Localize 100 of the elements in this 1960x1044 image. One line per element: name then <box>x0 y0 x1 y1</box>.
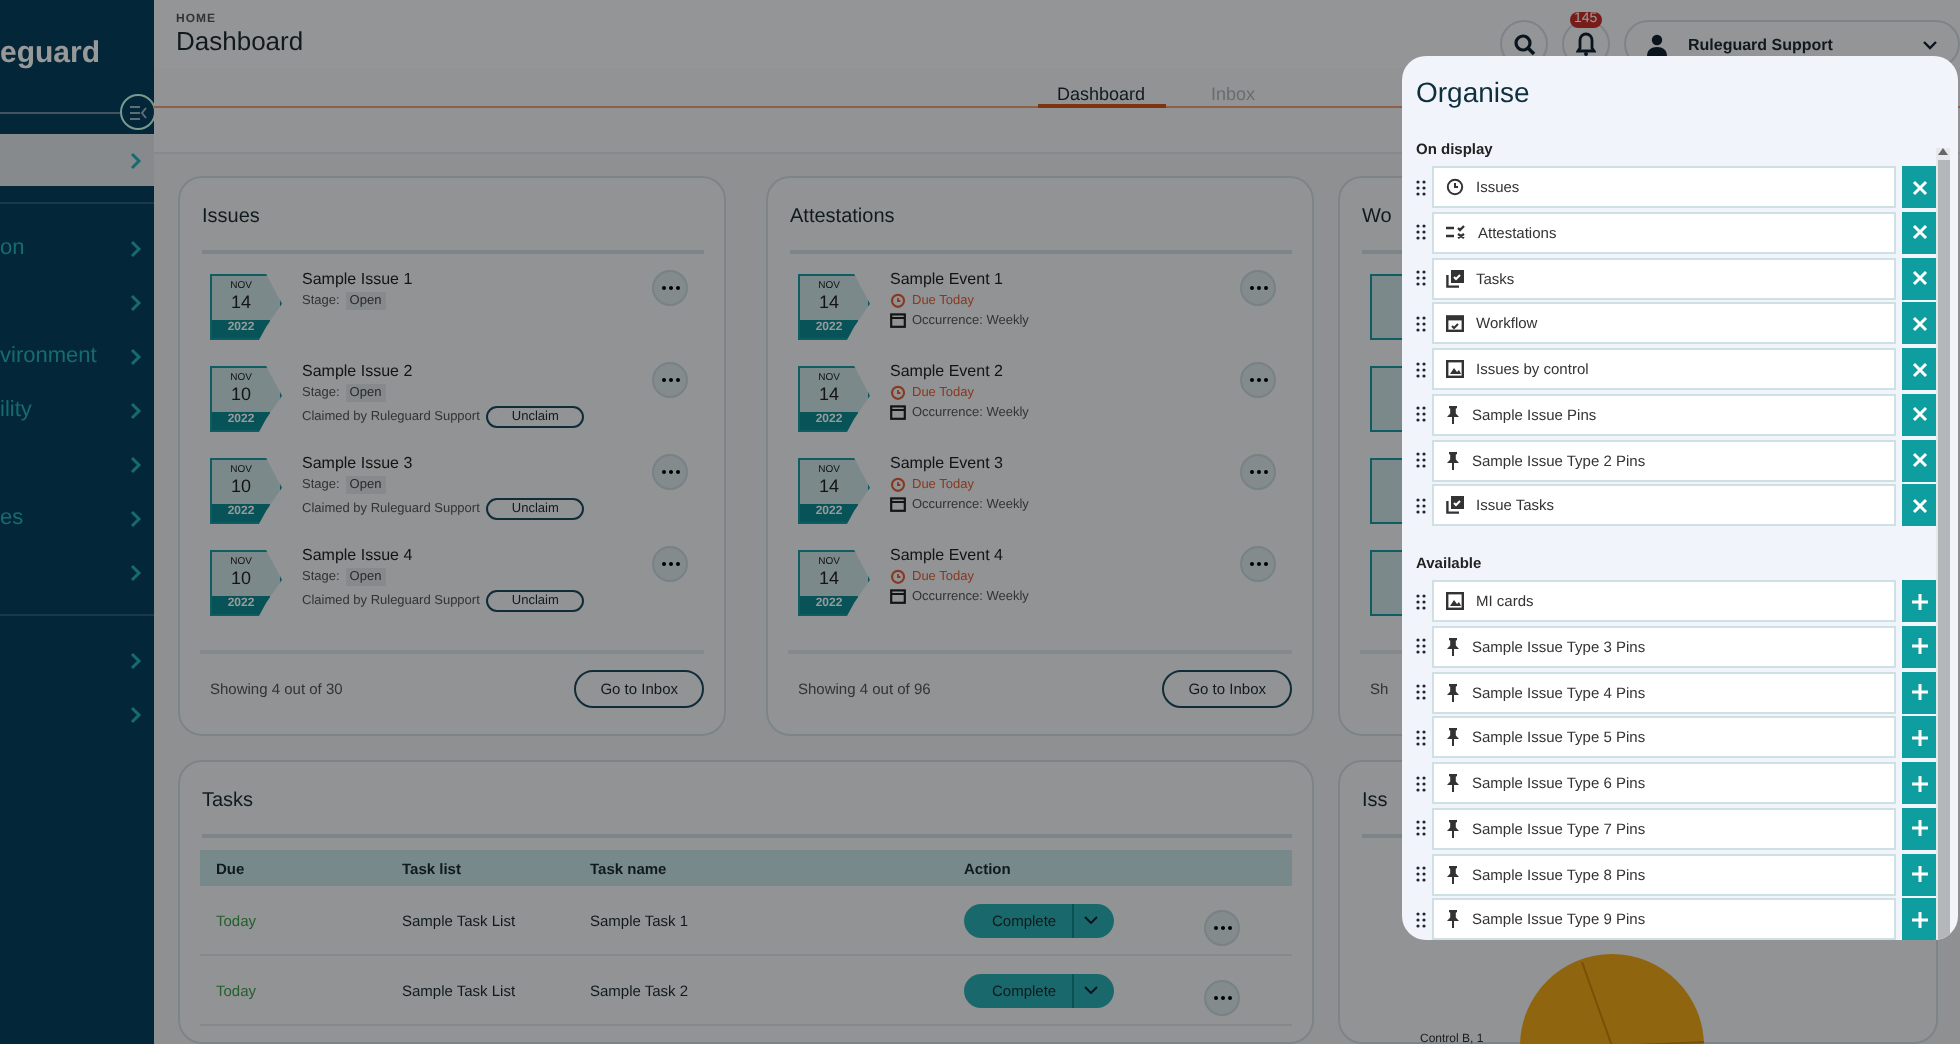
plus-icon <box>1911 866 1927 882</box>
remove-button[interactable] <box>1902 439 1936 481</box>
add-button[interactable] <box>1902 853 1936 895</box>
issue-title[interactable]: Sample Issue 4 <box>302 546 632 564</box>
more-button[interactable] <box>652 546 688 582</box>
image-icon <box>1446 360 1464 378</box>
drag-handle-icon[interactable] <box>1416 452 1426 468</box>
pin-icon <box>1446 910 1460 929</box>
dropdown-button[interactable] <box>1074 973 1115 1007</box>
dropdown-button[interactable] <box>1074 903 1115 937</box>
alarm-clock-icon <box>890 568 906 584</box>
collapse-button[interactable] <box>120 94 156 130</box>
remove-button[interactable] <box>1902 257 1936 299</box>
drag-handle-icon[interactable] <box>1416 593 1426 609</box>
drag-handle-icon[interactable] <box>1416 820 1426 837</box>
drag-handle-icon[interactable] <box>1416 179 1426 195</box>
drag-handle-icon[interactable] <box>1416 911 1426 928</box>
drag-handle-icon[interactable] <box>1416 775 1426 791</box>
drag-handle-icon[interactable] <box>1416 684 1426 700</box>
calendar-icon <box>890 312 906 328</box>
plus-icon <box>1911 638 1927 655</box>
chevron-icon <box>130 563 142 581</box>
chevron-icon <box>130 293 142 311</box>
add-button[interactable] <box>1902 580 1936 622</box>
pin-icon <box>1446 683 1460 701</box>
checklist-icon <box>1446 224 1466 241</box>
drag-handle-icon[interactable] <box>1416 406 1426 423</box>
pin-icon <box>1446 819 1460 838</box>
drag-handle-icon[interactable] <box>1416 361 1426 377</box>
more-button[interactable] <box>652 362 688 398</box>
close-icon <box>1911 452 1927 468</box>
caret-icon <box>1084 916 1099 924</box>
pin-icon <box>1446 865 1460 883</box>
image-icon <box>1446 592 1464 610</box>
close-icon <box>1911 270 1927 286</box>
pin-icon <box>1446 405 1460 424</box>
event-title[interactable]: Sample Event 4 <box>890 546 1220 564</box>
more-button[interactable] <box>1204 910 1240 946</box>
chevron-icon <box>130 705 142 723</box>
more-button[interactable] <box>652 454 688 490</box>
remove-button[interactable] <box>1902 484 1936 527</box>
scroll-up-icon <box>1938 148 1948 156</box>
pin-icon <box>1446 451 1460 469</box>
more-button[interactable] <box>1240 546 1276 582</box>
close-icon <box>1911 497 1927 514</box>
add-button[interactable] <box>1902 762 1936 804</box>
chevron-icon <box>130 455 142 473</box>
drag-handle-icon[interactable] <box>1416 270 1426 286</box>
card-title: Issues <box>202 206 704 254</box>
add-button[interactable] <box>1902 625 1936 668</box>
event-title[interactable]: Sample Event 3 <box>890 454 1220 472</box>
event-title[interactable]: Sample Event 2 <box>890 362 1220 380</box>
alarm-clock-icon <box>890 384 906 400</box>
chevron-icon <box>130 151 142 169</box>
more-button[interactable] <box>1240 454 1276 490</box>
plus-icon <box>1911 729 1927 746</box>
card-title: Tasks <box>202 790 1292 838</box>
drag-handle-icon[interactable] <box>1416 866 1426 882</box>
remove-button[interactable] <box>1902 393 1936 436</box>
caret-icon <box>1084 986 1099 994</box>
caret-icon <box>1922 39 1938 49</box>
remove-button[interactable] <box>1902 166 1936 208</box>
remove-button[interactable] <box>1902 211 1936 254</box>
issue-title[interactable]: Sample Issue 2 <box>302 362 632 380</box>
logo-text: eguard <box>0 34 103 74</box>
add-button[interactable] <box>1902 716 1936 759</box>
add-button[interactable] <box>1902 807 1936 850</box>
pin-icon <box>1446 637 1460 656</box>
close-icon <box>1911 179 1927 195</box>
tasks-icon <box>1446 269 1464 287</box>
more-button[interactable] <box>1204 980 1240 1016</box>
scrollbar[interactable] <box>1936 148 1950 940</box>
chevron-icon <box>130 509 142 527</box>
drag-handle-icon[interactable] <box>1416 224 1426 241</box>
chevron-icon <box>130 239 142 257</box>
add-button[interactable] <box>1902 671 1936 713</box>
add-button[interactable] <box>1902 898 1936 940</box>
calendar-icon <box>890 496 906 512</box>
tasks-icon <box>1446 496 1464 515</box>
more-button[interactable] <box>652 270 688 306</box>
pin-icon <box>1446 774 1460 792</box>
issue-title[interactable]: Sample Issue 3 <box>302 454 632 472</box>
drag-handle-icon[interactable] <box>1416 638 1426 655</box>
plus-icon <box>1911 593 1927 609</box>
more-button[interactable] <box>1240 362 1276 398</box>
calendar-icon <box>890 404 906 420</box>
remove-button[interactable] <box>1902 348 1936 390</box>
calendar-icon <box>1446 314 1464 333</box>
clock-icon <box>1446 178 1464 196</box>
bell-icon <box>1576 32 1596 56</box>
drag-handle-icon[interactable] <box>1416 497 1426 514</box>
issue-title[interactable]: Sample Issue 1 <box>302 270 632 288</box>
plus-icon <box>1911 775 1927 791</box>
remove-button[interactable] <box>1902 302 1936 345</box>
drag-handle-icon[interactable] <box>1416 315 1426 332</box>
event-title[interactable]: Sample Event 1 <box>890 270 1220 288</box>
close-icon <box>1911 315 1927 332</box>
plus-icon <box>1911 911 1927 928</box>
more-button[interactable] <box>1240 270 1276 306</box>
drag-handle-icon[interactable] <box>1416 729 1426 746</box>
